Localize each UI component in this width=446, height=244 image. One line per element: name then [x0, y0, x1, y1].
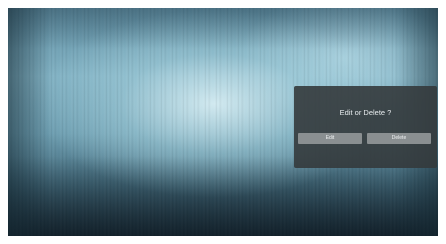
edit-button[interactable]: Edit	[298, 133, 362, 144]
display-frame: Edit or Delete ? Edit Delete	[0, 0, 446, 244]
dialog-title: Edit or Delete ?	[339, 108, 392, 117]
edit-or-delete-dialog: Edit or Delete ? Edit Delete	[294, 86, 437, 168]
delete-button[interactable]: Delete	[367, 133, 431, 144]
